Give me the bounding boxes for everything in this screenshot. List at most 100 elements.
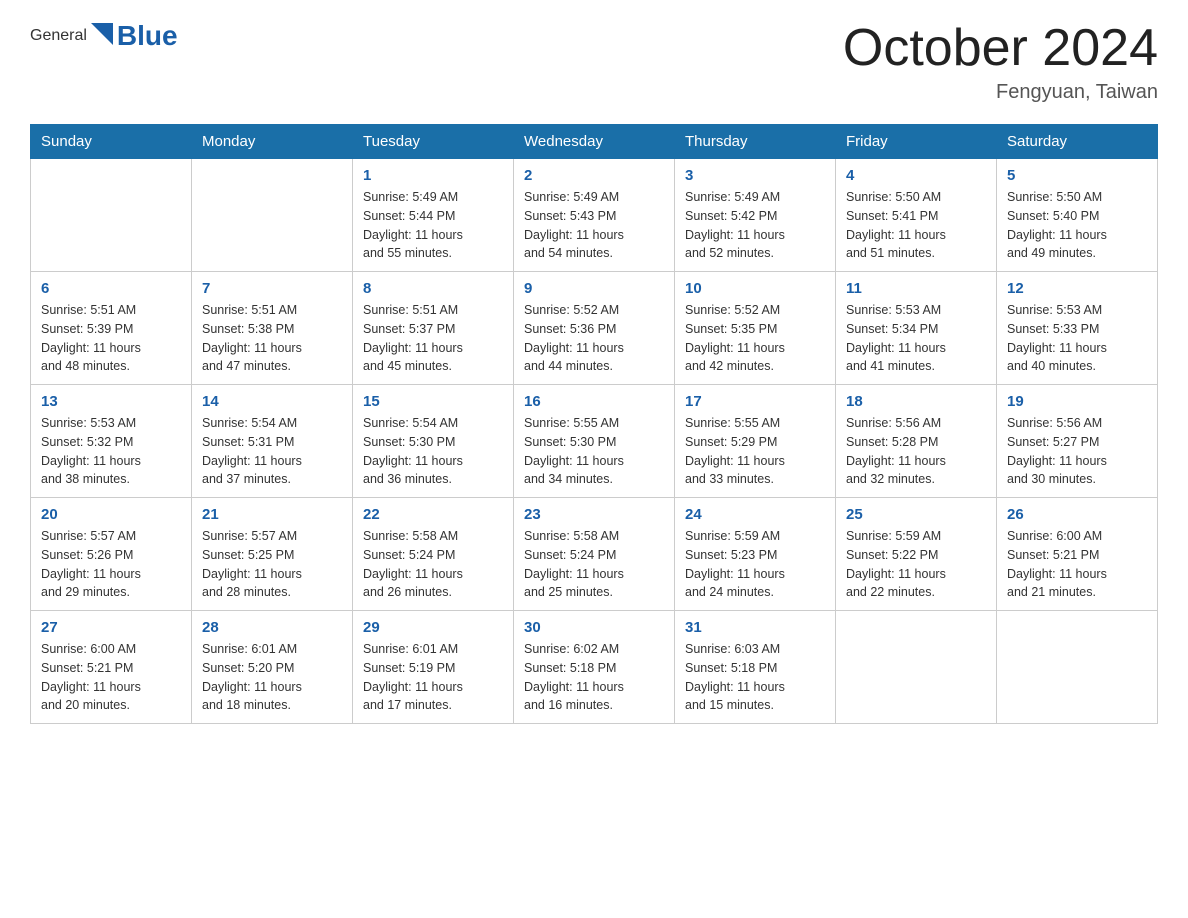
day-info: Sunrise: 5:51 AM Sunset: 5:39 PM Dayligh… [41, 301, 181, 376]
day-number: 27 [41, 619, 181, 636]
calendar-cell: 20 Sunrise: 5:57 AM Sunset: 5:26 PM Dayli… [31, 498, 192, 611]
header-cell-tuesday: Tuesday [353, 125, 514, 159]
calendar-week-row: 13Sunrise: 5:53 AM Sunset: 5:32 PM Dayli… [31, 385, 1158, 498]
day-info: Sunrise: 5:56 AM Sunset: 5:27 PM Dayligh… [1007, 414, 1147, 489]
logo: General Blue [30, 20, 178, 52]
calendar-cell: 22 Sunrise: 5:58 AM Sunset: 5:24 PM Dayli… [353, 498, 514, 611]
day-number: 14 [202, 393, 342, 410]
calendar-week-row: 20 Sunrise: 5:57 AM Sunset: 5:26 PM Dayli… [31, 498, 1158, 611]
day-info: Sunrise: 5:49 AM Sunset: 5:43 PM Dayligh… [524, 188, 664, 263]
day-number: 26 [1007, 506, 1147, 523]
day-info: Sunrise: 5:54 AM Sunset: 5:31 PM Dayligh… [202, 414, 342, 489]
calendar-cell: 13Sunrise: 5:53 AM Sunset: 5:32 PM Dayli… [31, 385, 192, 498]
day-info: Sunrise: 5:55 AM Sunset: 5:29 PM Dayligh… [685, 414, 825, 489]
logo-area: General Blue [30, 20, 178, 52]
calendar-cell: 21 Sunrise: 5:57 AM Sunset: 5:25 PM Dayli… [192, 498, 353, 611]
day-info: Sunrise: 5:52 AM Sunset: 5:35 PM Dayligh… [685, 301, 825, 376]
day-info: Sunrise: 5:49 AM Sunset: 5:42 PM Dayligh… [685, 188, 825, 263]
logo-blue-text: Blue [117, 20, 178, 52]
header-cell-friday: Friday [836, 125, 997, 159]
calendar-body: 1Sunrise: 5:49 AM Sunset: 5:44 PM Daylig… [31, 159, 1158, 724]
header-cell-wednesday: Wednesday [514, 125, 675, 159]
day-info: Sunrise: 5:57 AM Sunset: 5:26 PM Dayligh… [41, 527, 181, 602]
logo-arrow-icon [91, 23, 113, 50]
calendar-week-row: 6 Sunrise: 5:51 AM Sunset: 5:39 PM Daylig… [31, 272, 1158, 385]
calendar-header: SundayMondayTuesdayWednesdayThursdayFrid… [31, 125, 1158, 159]
day-info: Sunrise: 5:49 AM Sunset: 5:44 PM Dayligh… [363, 188, 503, 263]
day-number: 24 [685, 506, 825, 523]
calendar-week-row: 1Sunrise: 5:49 AM Sunset: 5:44 PM Daylig… [31, 159, 1158, 272]
day-number: 6 [41, 280, 181, 297]
day-info: Sunrise: 5:57 AM Sunset: 5:25 PM Dayligh… [202, 527, 342, 602]
day-number: 31 [685, 619, 825, 636]
calendar-cell: 3 Sunrise: 5:49 AM Sunset: 5:42 PM Daylig… [675, 159, 836, 272]
day-info: Sunrise: 5:53 AM Sunset: 5:33 PM Dayligh… [1007, 301, 1147, 376]
day-number: 15 [363, 393, 503, 410]
calendar-cell: 2 Sunrise: 5:49 AM Sunset: 5:43 PM Daylig… [514, 159, 675, 272]
day-number: 2 [524, 167, 664, 184]
header-cell-saturday: Saturday [997, 125, 1158, 159]
day-number: 9 [524, 280, 664, 297]
calendar-cell: 18Sunrise: 5:56 AM Sunset: 5:28 PM Dayli… [836, 385, 997, 498]
calendar-cell: 10 Sunrise: 5:52 AM Sunset: 5:35 PM Dayli… [675, 272, 836, 385]
day-info: Sunrise: 5:51 AM Sunset: 5:38 PM Dayligh… [202, 301, 342, 376]
day-number: 20 [41, 506, 181, 523]
calendar-cell: 27 Sunrise: 6:00 AM Sunset: 5:21 PM Dayli… [31, 611, 192, 724]
day-info: Sunrise: 5:58 AM Sunset: 5:24 PM Dayligh… [524, 527, 664, 602]
calendar-cell: 19 Sunrise: 5:56 AM Sunset: 5:27 PM Dayli… [997, 385, 1158, 498]
header: General Blue October 2024 Fengyuan, Taiw… [30, 20, 1158, 104]
calendar-cell: 25Sunrise: 5:59 AM Sunset: 5:22 PM Dayli… [836, 498, 997, 611]
calendar-cell: 15 Sunrise: 5:54 AM Sunset: 5:30 PM Dayli… [353, 385, 514, 498]
calendar-cell [192, 159, 353, 272]
calendar-cell [997, 611, 1158, 724]
page-subtitle: Fengyuan, Taiwan [843, 81, 1158, 104]
calendar-week-row: 27 Sunrise: 6:00 AM Sunset: 5:21 PM Dayli… [31, 611, 1158, 724]
calendar-table: SundayMondayTuesdayWednesdayThursdayFrid… [30, 124, 1158, 724]
calendar-cell: 7 Sunrise: 5:51 AM Sunset: 5:38 PM Daylig… [192, 272, 353, 385]
calendar-cell: 16Sunrise: 5:55 AM Sunset: 5:30 PM Dayli… [514, 385, 675, 498]
day-number: 4 [846, 167, 986, 184]
day-info: Sunrise: 5:51 AM Sunset: 5:37 PM Dayligh… [363, 301, 503, 376]
day-number: 28 [202, 619, 342, 636]
calendar-cell: 12Sunrise: 5:53 AM Sunset: 5:33 PM Dayli… [997, 272, 1158, 385]
calendar-cell: 1Sunrise: 5:49 AM Sunset: 5:44 PM Daylig… [353, 159, 514, 272]
day-info: Sunrise: 5:58 AM Sunset: 5:24 PM Dayligh… [363, 527, 503, 602]
calendar-cell [31, 159, 192, 272]
header-cell-sunday: Sunday [31, 125, 192, 159]
day-number: 18 [846, 393, 986, 410]
day-number: 7 [202, 280, 342, 297]
calendar-cell: 24Sunrise: 5:59 AM Sunset: 5:23 PM Dayli… [675, 498, 836, 611]
title-area: October 2024 Fengyuan, Taiwan [843, 20, 1158, 104]
day-number: 10 [685, 280, 825, 297]
day-info: Sunrise: 6:00 AM Sunset: 5:21 PM Dayligh… [41, 640, 181, 715]
day-info: Sunrise: 6:02 AM Sunset: 5:18 PM Dayligh… [524, 640, 664, 715]
calendar-cell: 14 Sunrise: 5:54 AM Sunset: 5:31 PM Dayli… [192, 385, 353, 498]
day-info: Sunrise: 6:01 AM Sunset: 5:19 PM Dayligh… [363, 640, 503, 715]
day-info: Sunrise: 5:54 AM Sunset: 5:30 PM Dayligh… [363, 414, 503, 489]
day-number: 3 [685, 167, 825, 184]
day-info: Sunrise: 6:00 AM Sunset: 5:21 PM Dayligh… [1007, 527, 1147, 602]
calendar-cell: 30Sunrise: 6:02 AM Sunset: 5:18 PM Dayli… [514, 611, 675, 724]
day-info: Sunrise: 5:52 AM Sunset: 5:36 PM Dayligh… [524, 301, 664, 376]
day-info: Sunrise: 5:53 AM Sunset: 5:32 PM Dayligh… [41, 414, 181, 489]
calendar-cell: 8Sunrise: 5:51 AM Sunset: 5:37 PM Daylig… [353, 272, 514, 385]
calendar-cell: 9 Sunrise: 5:52 AM Sunset: 5:36 PM Daylig… [514, 272, 675, 385]
day-info: Sunrise: 5:53 AM Sunset: 5:34 PM Dayligh… [846, 301, 986, 376]
day-number: 16 [524, 393, 664, 410]
calendar-cell: 11 Sunrise: 5:53 AM Sunset: 5:34 PM Dayli… [836, 272, 997, 385]
day-number: 22 [363, 506, 503, 523]
day-info: Sunrise: 5:50 AM Sunset: 5:41 PM Dayligh… [846, 188, 986, 263]
page-title: October 2024 [843, 20, 1158, 77]
header-cell-monday: Monday [192, 125, 353, 159]
day-number: 19 [1007, 393, 1147, 410]
day-info: Sunrise: 5:50 AM Sunset: 5:40 PM Dayligh… [1007, 188, 1147, 263]
day-number: 21 [202, 506, 342, 523]
day-info: Sunrise: 6:01 AM Sunset: 5:20 PM Dayligh… [202, 640, 342, 715]
calendar-cell: 23Sunrise: 5:58 AM Sunset: 5:24 PM Dayli… [514, 498, 675, 611]
logo-general-text: General [30, 27, 87, 45]
day-info: Sunrise: 5:59 AM Sunset: 5:22 PM Dayligh… [846, 527, 986, 602]
calendar-cell [836, 611, 997, 724]
day-number: 11 [846, 280, 986, 297]
header-cell-thursday: Thursday [675, 125, 836, 159]
calendar-cell: 26 Sunrise: 6:00 AM Sunset: 5:21 PM Dayli… [997, 498, 1158, 611]
